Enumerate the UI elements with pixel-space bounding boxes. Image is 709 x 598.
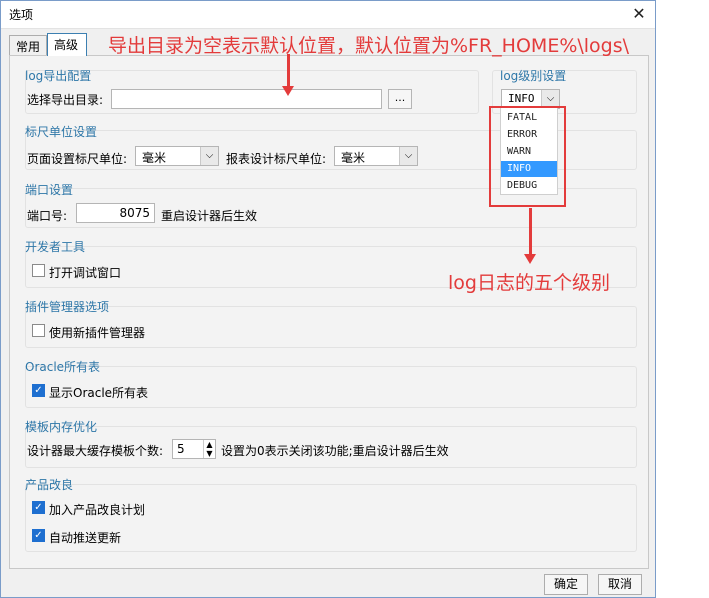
max-cache-label: 设计器最大缓存模板个数:: [27, 444, 164, 458]
browse-button[interactable]: ...: [388, 89, 412, 109]
debug-window-checkbox[interactable]: [32, 264, 45, 277]
port-label: 端口号:: [27, 209, 68, 223]
port-hint: 重启设计器后生效: [161, 209, 258, 223]
chevron-down-icon: ⌵: [399, 147, 417, 165]
tab-advanced[interactable]: 高级: [47, 33, 87, 56]
chevron-down-icon: ⌵: [200, 147, 218, 165]
devtools-title: 开发者工具: [25, 240, 86, 254]
arrow-to-export-dir: [287, 54, 290, 86]
export-dir-label: 选择导出目录:: [27, 93, 104, 107]
log-level-value: INFO: [508, 92, 535, 105]
new-plugin-manager-label: 使用新插件管理器: [49, 326, 146, 340]
arrow-head-down-icon: [282, 86, 294, 96]
max-cache-value: 5: [177, 442, 185, 456]
ok-button[interactable]: 确定: [544, 574, 588, 595]
export-dir-input[interactable]: [111, 89, 382, 109]
tab-common[interactable]: 常用: [9, 35, 47, 55]
window-title: 选项: [9, 8, 34, 22]
join-improvement-checkbox[interactable]: ✓: [32, 501, 45, 514]
ruler-title: 标尺单位设置: [25, 125, 98, 139]
oracle-title: Oracle所有表: [25, 360, 101, 374]
report-ruler-label: 报表设计标尺单位:: [226, 152, 327, 166]
options-dialog: 选项 ✕ 常用 高级 log导出配置 选择导出目录: ... log级别设置 I…: [0, 0, 656, 598]
report-ruler-value: 毫米: [341, 151, 366, 165]
page-ruler-select[interactable]: 毫米 ⌵: [135, 146, 219, 166]
arrow-from-levels: [529, 208, 532, 254]
levels-highlight-box: [489, 106, 566, 207]
max-cache-spinner[interactable]: 5 ▲ ▼: [172, 439, 216, 459]
cache-title: 模板内存优化: [25, 420, 98, 434]
show-oracle-tables-label: 显示Oracle所有表: [49, 386, 149, 400]
auto-update-label: 自动推送更新: [49, 531, 122, 545]
join-improvement-label: 加入产品改良计划: [49, 503, 146, 517]
new-plugin-manager-checkbox[interactable]: [32, 324, 45, 337]
improve-title: 产品改良: [25, 478, 74, 492]
spinner-arrows-icon[interactable]: ▲ ▼: [203, 440, 215, 458]
show-oracle-tables-checkbox[interactable]: ✓: [32, 384, 45, 397]
log-level-title: log级别设置: [500, 69, 567, 83]
plugin-title: 插件管理器选项: [25, 300, 110, 314]
page-ruler-label: 页面设置标尺单位:: [27, 152, 128, 166]
page-ruler-value: 毫米: [142, 151, 167, 165]
annotation-five-levels: log日志的五个级别: [448, 272, 610, 294]
annotation-default-dir: 导出目录为空表示默认位置，默认位置为%FR_HOME%\logs\: [108, 35, 630, 57]
debug-window-label: 打开调试窗口: [49, 266, 122, 280]
title-bar: 选项 ✕: [1, 1, 655, 29]
port-title: 端口设置: [25, 183, 74, 197]
max-cache-hint: 设置为0表示关闭该功能;重启设计器后生效: [221, 444, 449, 458]
port-input[interactable]: 8075: [76, 203, 155, 223]
arrow-head-down-icon: [524, 254, 536, 264]
cancel-button[interactable]: 取消: [598, 574, 642, 595]
log-export-title: log导出配置: [25, 69, 92, 83]
close-icon[interactable]: ✕: [627, 3, 651, 25]
auto-update-checkbox[interactable]: ✓: [32, 529, 45, 542]
report-ruler-select[interactable]: 毫米 ⌵: [334, 146, 418, 166]
